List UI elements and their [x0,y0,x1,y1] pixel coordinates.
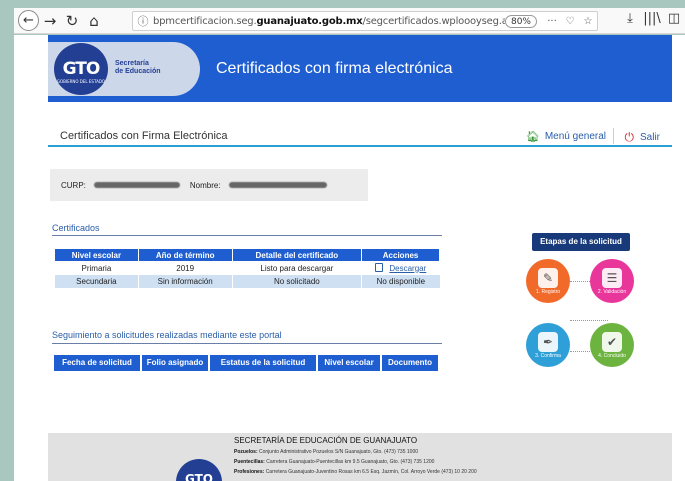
column-header: Año de término [137,248,233,262]
table-row: Secundaria Sin información No solicitado… [54,274,440,288]
tracking-table-header: Fecha de solicitud Folio asignado Estatu… [54,355,438,371]
download-icon[interactable]: ⤓ [619,11,641,26]
reload-icon[interactable]: ↻ [61,10,83,32]
curp-label: CURP: [61,180,86,190]
name-label: Nombre: [189,180,221,190]
menu-general-link[interactable]: 🏠︎ Menú general [526,130,606,143]
table-header-row: Nivel escolar Año de término Detalle del… [54,248,440,262]
home-icon: 🏠︎ [525,130,540,143]
stage-registro: ✎ 1. Registro [526,259,570,303]
back-icon[interactable]: ← [18,10,39,31]
table-cell: Secundaria [54,274,139,288]
certificates-table: Nivel escolar Año de término Detalle del… [54,248,440,288]
zoom-level[interactable]: 80% [504,14,537,28]
check-icon: ✔ [602,332,622,352]
header-banner: GTO GOBIERNO DEL ESTADO Secretaría de Ed… [48,35,672,102]
edit-icon: ✎ [538,268,558,288]
library-icon[interactable]: |||\ [641,11,663,26]
sidebar-icon[interactable]: ◫ [663,11,685,26]
stage-concluido: ✔ 4. Concluido [590,323,634,367]
column-header: Nivel escolar [54,248,139,262]
pen-icon: ✒ [538,332,558,352]
more-icon[interactable]: ··· [543,16,561,27]
curp-redacted [93,182,180,188]
home-icon[interactable]: ⌂ [83,10,105,32]
column-header: Detalle del certificado [231,248,363,262]
certificates-title: Certificados [52,223,100,233]
footer-address: Profesiones: Carretera Guanajuato-Juvent… [234,469,477,475]
logo-subtitle: Secretaría de Educación [115,60,161,75]
footer-title: SECRETARÍA DE EDUCACIÓN DE GUANAJUATO [234,436,418,445]
column-header: Estatus de la solicitud [210,355,316,371]
section-heading: Certificados con Firma Electrónica [60,130,228,142]
footer-logo: GTO [176,459,222,481]
divider [52,235,442,236]
footer-address: Puentecillas: Carretera Guanajuato-Puent… [234,459,435,465]
pocket-icon[interactable]: ♡ [561,16,579,27]
column-header: Nivel escolar [318,355,380,371]
connector-line [570,320,608,321]
logout-link[interactable]: ⏻ Salir [624,130,660,145]
footer-address: Pozuelos: Conjunto Administrativo Pozuel… [234,449,418,455]
stages-title: Etapas de la solicitud [532,233,630,251]
table-cell: No solicitado [231,274,362,288]
table-cell: No disponible [361,274,440,288]
table-cell: 2019 [137,261,233,275]
url-bar[interactable]: ⓘ bpmcertificacion.seg.guanajuato.gob.mx… [132,11,598,31]
column-header: Acciones [361,248,440,262]
table-row: Primaria 2019 Listo para descargar Desca… [54,261,440,275]
power-icon: ⏻ [624,130,634,144]
name-redacted [228,182,327,188]
footer: GTO SECRETARÍA DE EDUCACIÓN DE GUANAJUAT… [48,433,672,481]
download-link[interactable]: Descargar [389,264,426,273]
browser-toolbar: ← → ↻ ⌂ ⓘ bpmcertificacion.seg.guanajuat… [14,8,685,34]
stage-confirma: ✒ 3. Confirma [526,323,570,367]
page: GTO GOBIERNO DEL ESTADO Secretaría de Ed… [14,35,685,481]
identity-box: CURP: Nombre: [50,169,368,201]
logo[interactable]: GTO GOBIERNO DEL ESTADO Secretaría de Ed… [48,42,200,96]
page-title: Certificados con firma electrónica [216,60,453,77]
column-header: Fecha de solicitud [54,355,140,371]
tracking-title: Seguimiento a solicitudes realizadas med… [52,330,282,340]
table-cell: Listo para descargar [231,261,362,275]
site-info-icon[interactable]: ⓘ [133,13,153,29]
bookmark-star-icon[interactable]: ☆ [579,16,597,27]
subheader: Certificados con Firma Electrónica 🏠︎ Me… [48,125,672,147]
list-icon: ☰ [602,268,622,288]
gto-logo: GTO GOBIERNO DEL ESTADO [54,43,108,95]
table-cell: Primaria [54,261,139,275]
table-cell: Sin información [137,274,233,288]
divider [613,128,614,144]
column-header: Folio asignado [142,355,208,371]
url-text: bpmcertificacion.seg.guanajuato.gob.mx/s… [153,15,505,27]
forward-icon[interactable]: → [39,10,61,32]
column-header: Documento [382,355,438,371]
document-icon [375,262,384,272]
stage-validacion: ☰ 2. Validación [590,259,634,303]
divider [52,343,442,344]
table-cell: Descargar [361,261,440,275]
